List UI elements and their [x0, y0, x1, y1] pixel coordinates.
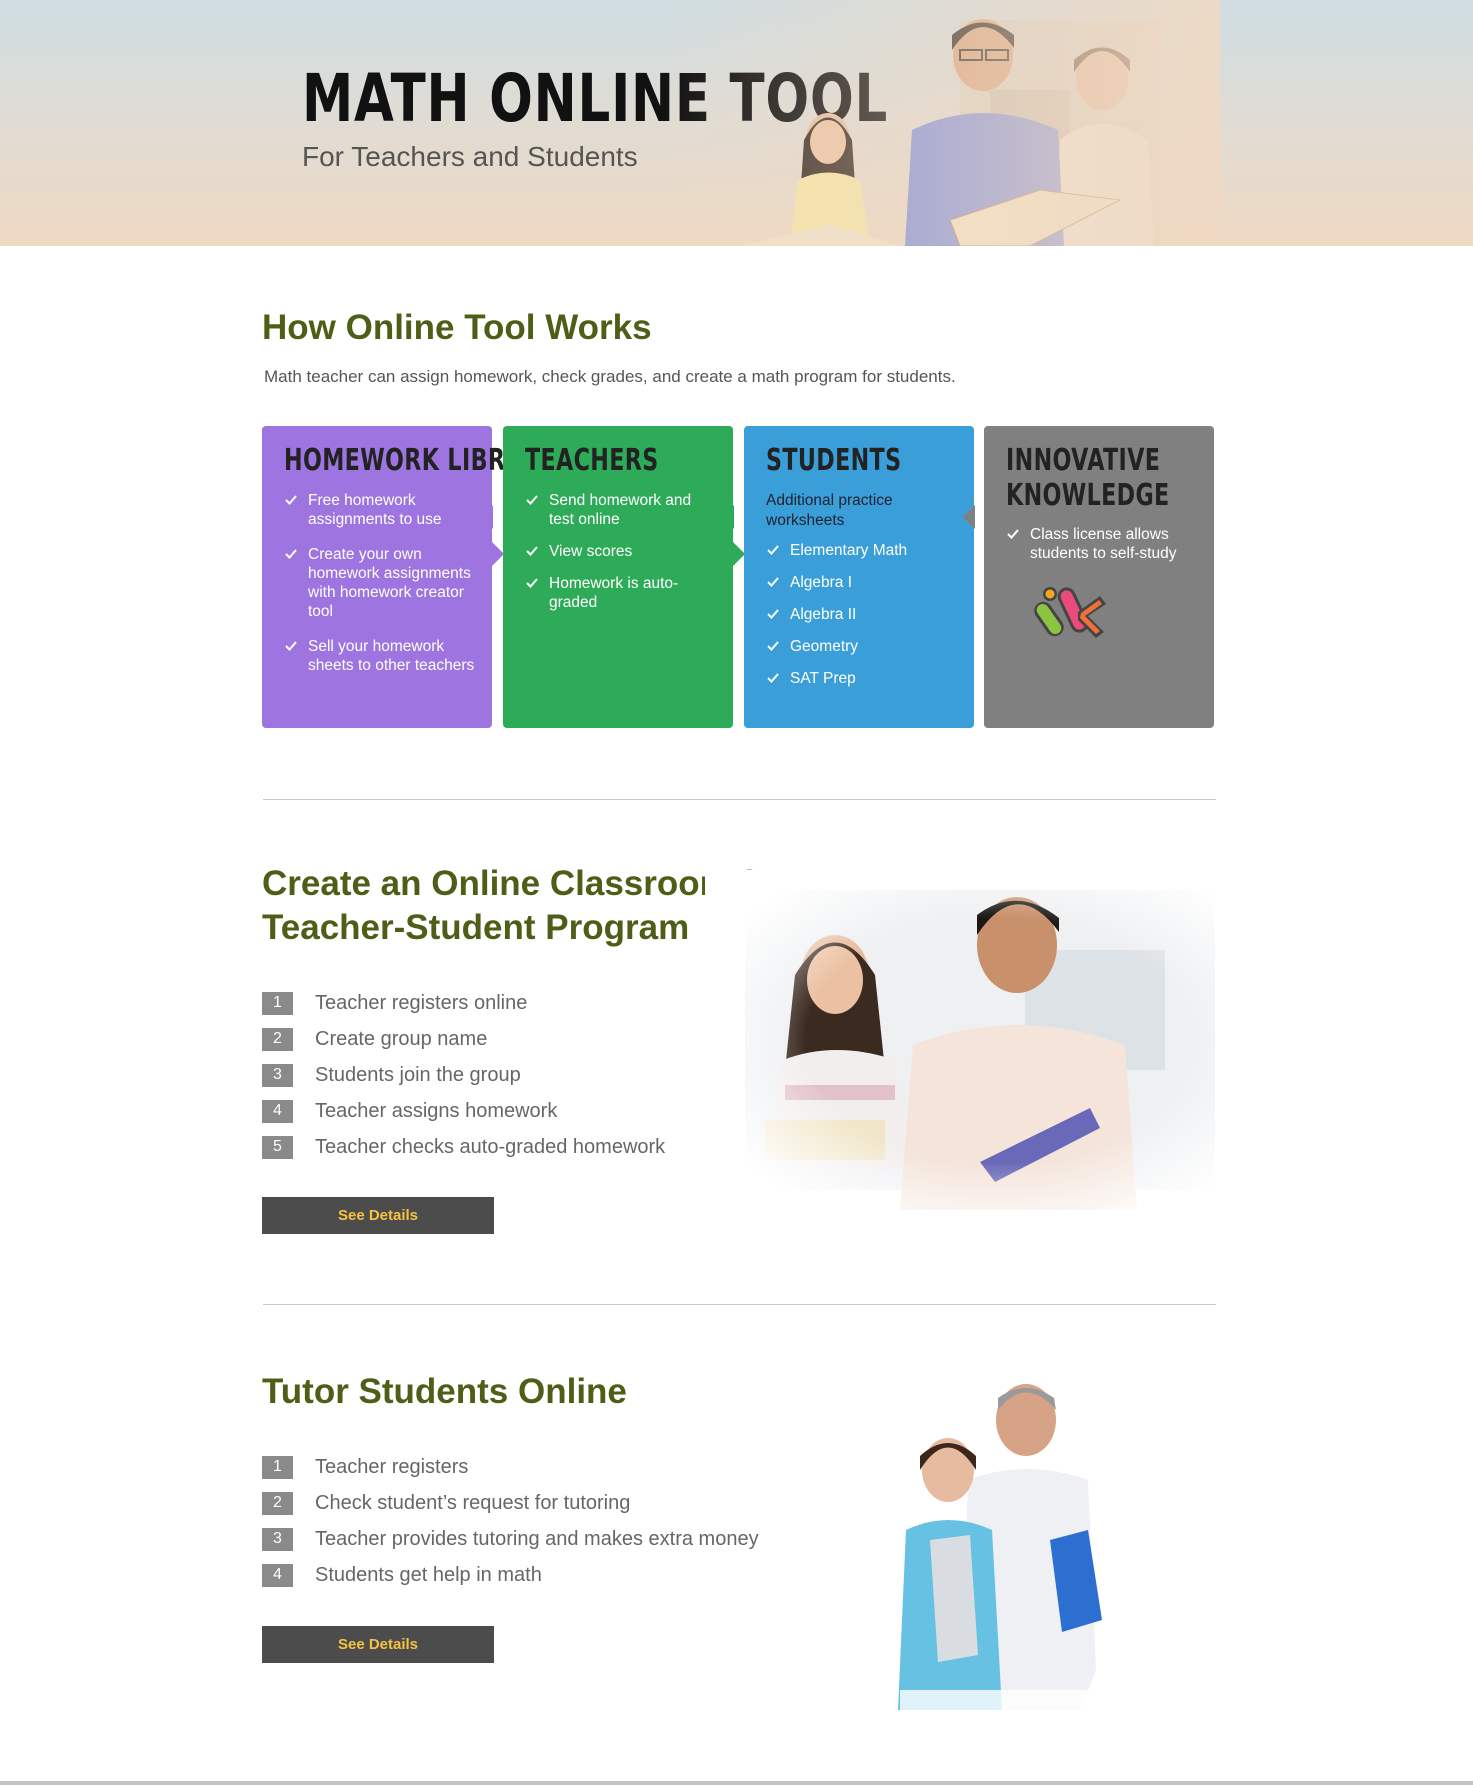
card-teachers: TEACHERS Send homework and test online V… [503, 426, 733, 728]
hero-teachers-students-photo [660, 0, 1220, 246]
step-number: 4 [262, 1099, 293, 1123]
hero-banner: MATH ONLINE TOOL For Teachers and Studen… [0, 0, 1473, 246]
card-arrow [722, 505, 734, 529]
check-icon [285, 640, 297, 651]
step-item: 2 Check student’s request for tutoring [262, 1485, 759, 1521]
step-number: 5 [262, 1135, 293, 1159]
hero-subtitle: For Teachers and Students [302, 141, 638, 172]
check-icon [285, 548, 297, 559]
step-text: Teacher registers [315, 1455, 469, 1478]
card-arrow [492, 542, 504, 566]
list-item: Homework is auto-graded [525, 574, 717, 612]
tutor-steps: 1 Teacher registers 2 Check student’s requ… [262, 1449, 759, 1593]
check-icon [1007, 529, 1019, 539]
step-text: Teacher checks auto-graded homework [315, 1135, 666, 1158]
check-icon [285, 494, 297, 505]
card-arrow [733, 542, 745, 566]
check-icon [767, 608, 779, 619]
step-item: 4 Students get help in math [262, 1557, 759, 1593]
list-item: Send homework and test online [525, 491, 717, 529]
list-item: Elementary Math [766, 541, 958, 560]
card-arrow [963, 505, 975, 529]
check-icon [526, 494, 538, 505]
check-icon [767, 672, 779, 683]
check-icon [767, 576, 779, 587]
card-title: TEACHERS [525, 443, 659, 478]
step-text: Create group name [315, 1027, 488, 1050]
step-item: 3 Students join the group [262, 1057, 665, 1093]
ik-logo-icon [1034, 587, 1106, 638]
section-divider [263, 1304, 1216, 1305]
card-title-line2: KNOWLEDGE [1006, 477, 1170, 513]
card-title-line1: INNOVATIVE [1006, 443, 1161, 478]
step-item: 1 Teacher registers online [262, 985, 665, 1021]
tutor-see-details-button[interactable]: See Details [262, 1626, 494, 1663]
list-item: Sell your homework sheets to other teach… [284, 637, 476, 675]
step-number: 3 [262, 1527, 293, 1551]
step-item: 1 Teacher registers [262, 1449, 759, 1485]
step-number: 1 [262, 1455, 293, 1479]
classroom-see-details-button[interactable]: See Details [262, 1197, 494, 1234]
card-title: HOMEWORK LIBRARY [284, 443, 556, 478]
classroom-teacher-student-photo [705, 870, 1235, 1210]
step-text: Students get help in math [315, 1563, 542, 1586]
card-homework-library: HOMEWORK LIBRARY Free homework assignmen… [262, 426, 556, 728]
card-students: STUDENTS Additional practice worksheets … [744, 426, 974, 728]
step-text: Teacher assigns homework [315, 1099, 558, 1122]
step-text: Students join the group [315, 1063, 521, 1086]
step-item: 2 Create group name [262, 1021, 665, 1057]
how-it-works-title: How Online Tool Works [262, 308, 652, 347]
classroom-steps: 1 Teacher registers online 2 Create group … [262, 985, 665, 1165]
check-icon [767, 544, 779, 555]
step-number: 2 [262, 1027, 293, 1051]
step-number: 3 [262, 1063, 293, 1087]
how-it-works-intro: Math teacher can assign homework, check … [264, 367, 956, 386]
card-arrow [481, 505, 493, 529]
step-number: 1 [262, 991, 293, 1015]
step-item: 3 Teacher provides tutoring and makes ext… [262, 1521, 759, 1557]
step-text: Teacher provides tutoring and makes extr… [315, 1527, 759, 1550]
footer-border [0, 1781, 1473, 1785]
list-item: Free homework assignments to use [284, 491, 476, 529]
section-divider [263, 799, 1216, 800]
card-title: STUDENTS [766, 443, 902, 478]
step-item: 4 Teacher assigns homework [262, 1093, 665, 1129]
list-item: Class license allows students to self-st… [1006, 525, 1198, 563]
step-number: 4 [262, 1563, 293, 1587]
step-number: 2 [262, 1491, 293, 1515]
list-item: Algebra I [766, 573, 958, 592]
list-item: Algebra II [766, 605, 958, 624]
card-innovative-knowledge: INNOVATIVE KNOWLEDGE Class license allow… [984, 426, 1214, 728]
step-item: 5 Teacher checks auto-graded homework [262, 1129, 665, 1165]
check-icon [767, 640, 779, 651]
tutor-title: Tutor Students Online [262, 1372, 627, 1411]
step-text: Teacher registers online [315, 991, 528, 1014]
list-item: Geometry [766, 637, 958, 656]
tutor-teachers-photo [898, 1384, 1102, 1710]
list-item: SAT Prep [766, 669, 958, 688]
list-item: View scores [525, 542, 717, 561]
step-text: Check student’s request for tutoring [315, 1491, 631, 1514]
check-icon [526, 577, 538, 588]
check-icon [526, 545, 538, 556]
card-note: Additional practice worksheets [766, 491, 893, 529]
list-item: Create your own homework assignments wit… [284, 545, 476, 621]
